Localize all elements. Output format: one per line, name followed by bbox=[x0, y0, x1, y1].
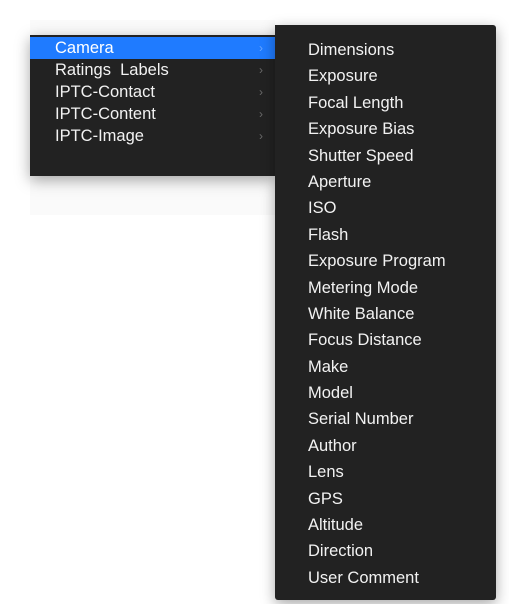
submenu-item-dimensions[interactable]: Dimensions bbox=[275, 37, 496, 63]
submenu-item-focal-length[interactable]: Focal Length bbox=[275, 90, 496, 116]
submenu-item-user-comment[interactable]: User Comment bbox=[275, 565, 496, 591]
menu-item-iptc-content[interactable]: IPTC-Content › bbox=[30, 103, 275, 125]
screen: Camera › Ratings Labels › IPTC-Contact ›… bbox=[0, 0, 509, 604]
submenu-item-exposure[interactable]: Exposure bbox=[275, 63, 496, 89]
submenu-item-serial-number[interactable]: Serial Number bbox=[275, 406, 496, 432]
submenu-item-iso[interactable]: ISO bbox=[275, 195, 496, 221]
submenu-item-author[interactable]: Author bbox=[275, 433, 496, 459]
submenu-item-focus-distance[interactable]: Focus Distance bbox=[275, 327, 496, 353]
submenu-item-altitude[interactable]: Altitude bbox=[275, 512, 496, 538]
submenu-item-flash[interactable]: Flash bbox=[275, 222, 496, 248]
menu-item-camera[interactable]: Camera › bbox=[30, 37, 275, 59]
submenu-item-make[interactable]: Make bbox=[275, 354, 496, 380]
chevron-right-icon: › bbox=[259, 107, 263, 121]
chevron-right-icon: › bbox=[259, 63, 263, 77]
menu-item-label: Camera bbox=[55, 39, 114, 57]
submenu-item-lens[interactable]: Lens bbox=[275, 459, 496, 485]
menu-item-iptc-contact[interactable]: IPTC-Contact › bbox=[30, 81, 275, 103]
submenu-item-white-balance[interactable]: White Balance bbox=[275, 301, 496, 327]
chevron-right-icon: › bbox=[259, 129, 263, 143]
submenu-item-exposure-bias[interactable]: Exposure Bias bbox=[275, 116, 496, 142]
submenu-item-model[interactable]: Model bbox=[275, 380, 496, 406]
camera-fields-submenu: Dimensions Exposure Focal Length Exposur… bbox=[275, 25, 496, 600]
submenu-item-shutter-speed[interactable]: Shutter Speed bbox=[275, 143, 496, 169]
submenu-item-gps[interactable]: GPS bbox=[275, 486, 496, 512]
menu-item-iptc-image[interactable]: IPTC-Image › bbox=[30, 125, 275, 147]
menu-item-ratings-labels[interactable]: Ratings Labels › bbox=[30, 59, 275, 81]
chevron-right-icon: › bbox=[259, 41, 263, 55]
submenu-item-metering-mode[interactable]: Metering Mode bbox=[275, 275, 496, 301]
chevron-right-icon: › bbox=[259, 85, 263, 99]
menu-item-label: IPTC-Image bbox=[55, 127, 144, 145]
submenu-item-exposure-program[interactable]: Exposure Program bbox=[275, 248, 496, 274]
menu-item-label: Ratings Labels bbox=[55, 61, 169, 79]
submenu-item-direction[interactable]: Direction bbox=[275, 538, 496, 564]
metadata-category-menu: Camera › Ratings Labels › IPTC-Contact ›… bbox=[30, 35, 275, 176]
submenu-item-aperture[interactable]: Aperture bbox=[275, 169, 496, 195]
menu-item-label: IPTC-Content bbox=[55, 105, 156, 123]
menu-item-label: IPTC-Contact bbox=[55, 83, 155, 101]
